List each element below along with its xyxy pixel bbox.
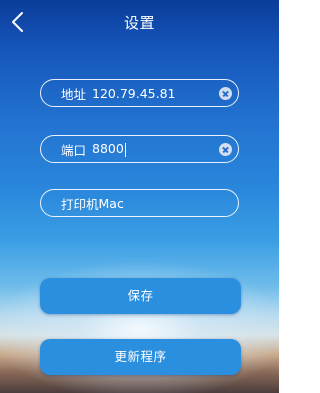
printer-field[interactable]: 打印机 Mac (40, 189, 239, 217)
printer-value[interactable]: Mac (99, 196, 232, 211)
page-title: 设置 (123, 14, 155, 32)
save-button[interactable]: 保存 (40, 278, 241, 314)
printer-label: 打印机 (61, 196, 99, 212)
update-program-button[interactable]: 更新程序 (40, 339, 241, 375)
clear-icon[interactable] (219, 86, 232, 100)
port-label: 端口 (61, 142, 87, 158)
clear-icon[interactable] (219, 142, 232, 156)
address-label: 地址 (61, 86, 87, 102)
port-input[interactable]: 8800 (92, 141, 219, 157)
port-field[interactable]: 端口 8800 (40, 135, 239, 163)
text-cursor (124, 142, 126, 157)
port-value: 8800 (92, 141, 124, 157)
settings-screen: 设置 地址 120.79.45.81 端口 8800 打印机 Mac 保存 更新… (0, 0, 279, 393)
address-field[interactable]: 地址 120.79.45.81 (40, 79, 239, 107)
address-value[interactable]: 120.79.45.81 (92, 86, 219, 101)
